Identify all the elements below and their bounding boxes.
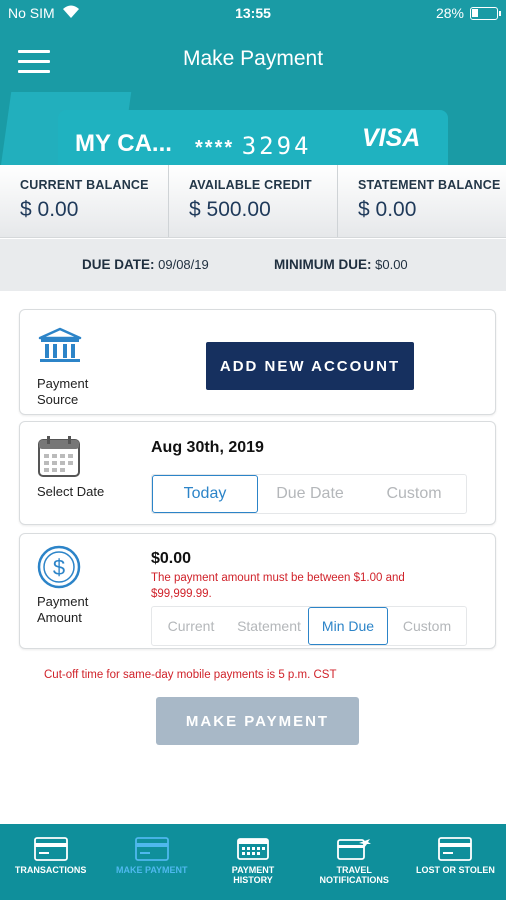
card-plane-icon <box>337 839 372 860</box>
amount-range-warning: The payment amount must be between $1.00… <box>151 572 405 600</box>
due-date: DUE DATE: 09/08/19 <box>82 257 209 272</box>
payment-source-panel: Payment Source ADD NEW ACCOUNT <box>19 309 496 415</box>
add-new-account-button[interactable]: ADD NEW ACCOUNT <box>206 342 414 390</box>
selected-date: Aug 30th, 2019 <box>151 439 264 456</box>
tab-lost-or-stolen-label: LOST OR STOLEN <box>415 865 495 875</box>
battery-percent: 28% <box>435 5 464 21</box>
due-info-row: DUE DATE: 09/08/19 MINIMUM DUE: $0.00 <box>0 239 506 291</box>
battery-icon <box>470 7 501 20</box>
make-payment-button[interactable]: MAKE PAYMENT <box>156 697 359 745</box>
payment-amount-panel: $ Payment Amount $0.00 The payment amoun… <box>19 533 496 649</box>
current-balance-label: CURRENT BALANCE <box>20 178 149 192</box>
page-title: Make Payment <box>182 47 324 70</box>
date-option-custom[interactable]: Custom <box>362 475 466 513</box>
card-number-mask: **** <box>195 137 235 159</box>
payment-amount-label: Payment Amount <box>37 594 89 625</box>
available-credit-value: $ 500.00 <box>189 198 271 221</box>
status-time: 13:55 <box>235 5 271 21</box>
card-icon <box>438 837 473 861</box>
amount-option-custom[interactable]: Custom <box>388 607 466 645</box>
status-bar: No SIM 13:55 28% <box>0 0 506 28</box>
balances-row: CURRENT BALANCE $ 0.00 AVAILABLE CREDIT … <box>0 165 506 238</box>
tab-payment-history[interactable]: PAYMENT HISTORY <box>202 824 303 900</box>
minimum-due-label: MINIMUM DUE: <box>274 257 372 272</box>
date-option-today[interactable]: Today <box>152 475 258 513</box>
tab-transactions[interactable]: TRANSACTIONS <box>0 824 101 900</box>
calendar-icon <box>36 434 84 478</box>
available-credit-label: AVAILABLE CREDIT <box>189 178 312 192</box>
select-date-label: Select Date <box>37 484 105 499</box>
calendar-grid-icon <box>237 838 269 860</box>
amount-option-min-due[interactable]: Min Due <box>308 607 388 645</box>
select-date-panel: Select Date Aug 30th, 2019 Today Due Dat… <box>19 421 496 525</box>
tab-travel-notifications-label: TRAVEL NOTIFICATIONS <box>319 865 389 885</box>
statement-balance: STATEMENT BALANCE $ 0.00 <box>338 165 506 237</box>
svg-text:$: $ <box>53 555 65 580</box>
header: No SIM 13:55 28% Make Payment MY CA... *… <box>0 0 506 170</box>
payment-amount-value: $0.00 <box>151 550 192 567</box>
cutoff-note: Cut-off time for same-day mobile payment… <box>44 669 337 681</box>
current-balance-value: $ 0.00 <box>20 198 79 221</box>
bottom-tab-bar: TRANSACTIONS MAKE PAYMENT PAYMENT HISTOR… <box>0 824 506 900</box>
current-balance: CURRENT BALANCE $ 0.00 <box>0 165 169 237</box>
card-number: **** 3294 <box>195 132 312 160</box>
card-name: MY CA... <box>75 130 172 157</box>
card-icon <box>134 837 169 861</box>
amount-option-selector: Current Statement Min Due Custom <box>151 606 467 646</box>
card-last4: 3294 <box>241 132 312 160</box>
tab-transactions-label: TRANSACTIONS <box>14 865 87 875</box>
minimum-due: MINIMUM DUE: $0.00 <box>274 257 408 272</box>
due-date-value: 09/08/19 <box>158 257 209 272</box>
card-icon <box>33 837 68 861</box>
bank-icon <box>36 326 84 370</box>
payment-source-label: Payment Source <box>37 376 89 407</box>
visa-logo: VISA <box>362 124 421 152</box>
statement-balance-label: STATEMENT BALANCE <box>358 178 501 192</box>
tab-payment-history-label: PAYMENT HISTORY <box>231 865 275 885</box>
date-option-due-date[interactable]: Due Date <box>258 475 362 513</box>
tab-lost-or-stolen[interactable]: LOST OR STOLEN <box>405 824 506 900</box>
tab-make-payment[interactable]: MAKE PAYMENT <box>101 824 202 900</box>
statement-balance-value: $ 0.00 <box>358 198 417 221</box>
amount-option-statement[interactable]: Statement <box>230 607 308 645</box>
minimum-due-value: $0.00 <box>375 257 408 272</box>
tab-make-payment-label: MAKE PAYMENT <box>116 865 188 875</box>
date-option-selector: Today Due Date Custom <box>151 474 467 514</box>
due-date-label: DUE DATE: <box>82 257 155 272</box>
available-credit: AVAILABLE CREDIT $ 500.00 <box>169 165 338 237</box>
tab-travel-notifications[interactable]: TRAVEL NOTIFICATIONS <box>304 824 405 900</box>
dollar-coin-icon: $ <box>36 544 84 589</box>
amount-option-current[interactable]: Current <box>152 607 230 645</box>
